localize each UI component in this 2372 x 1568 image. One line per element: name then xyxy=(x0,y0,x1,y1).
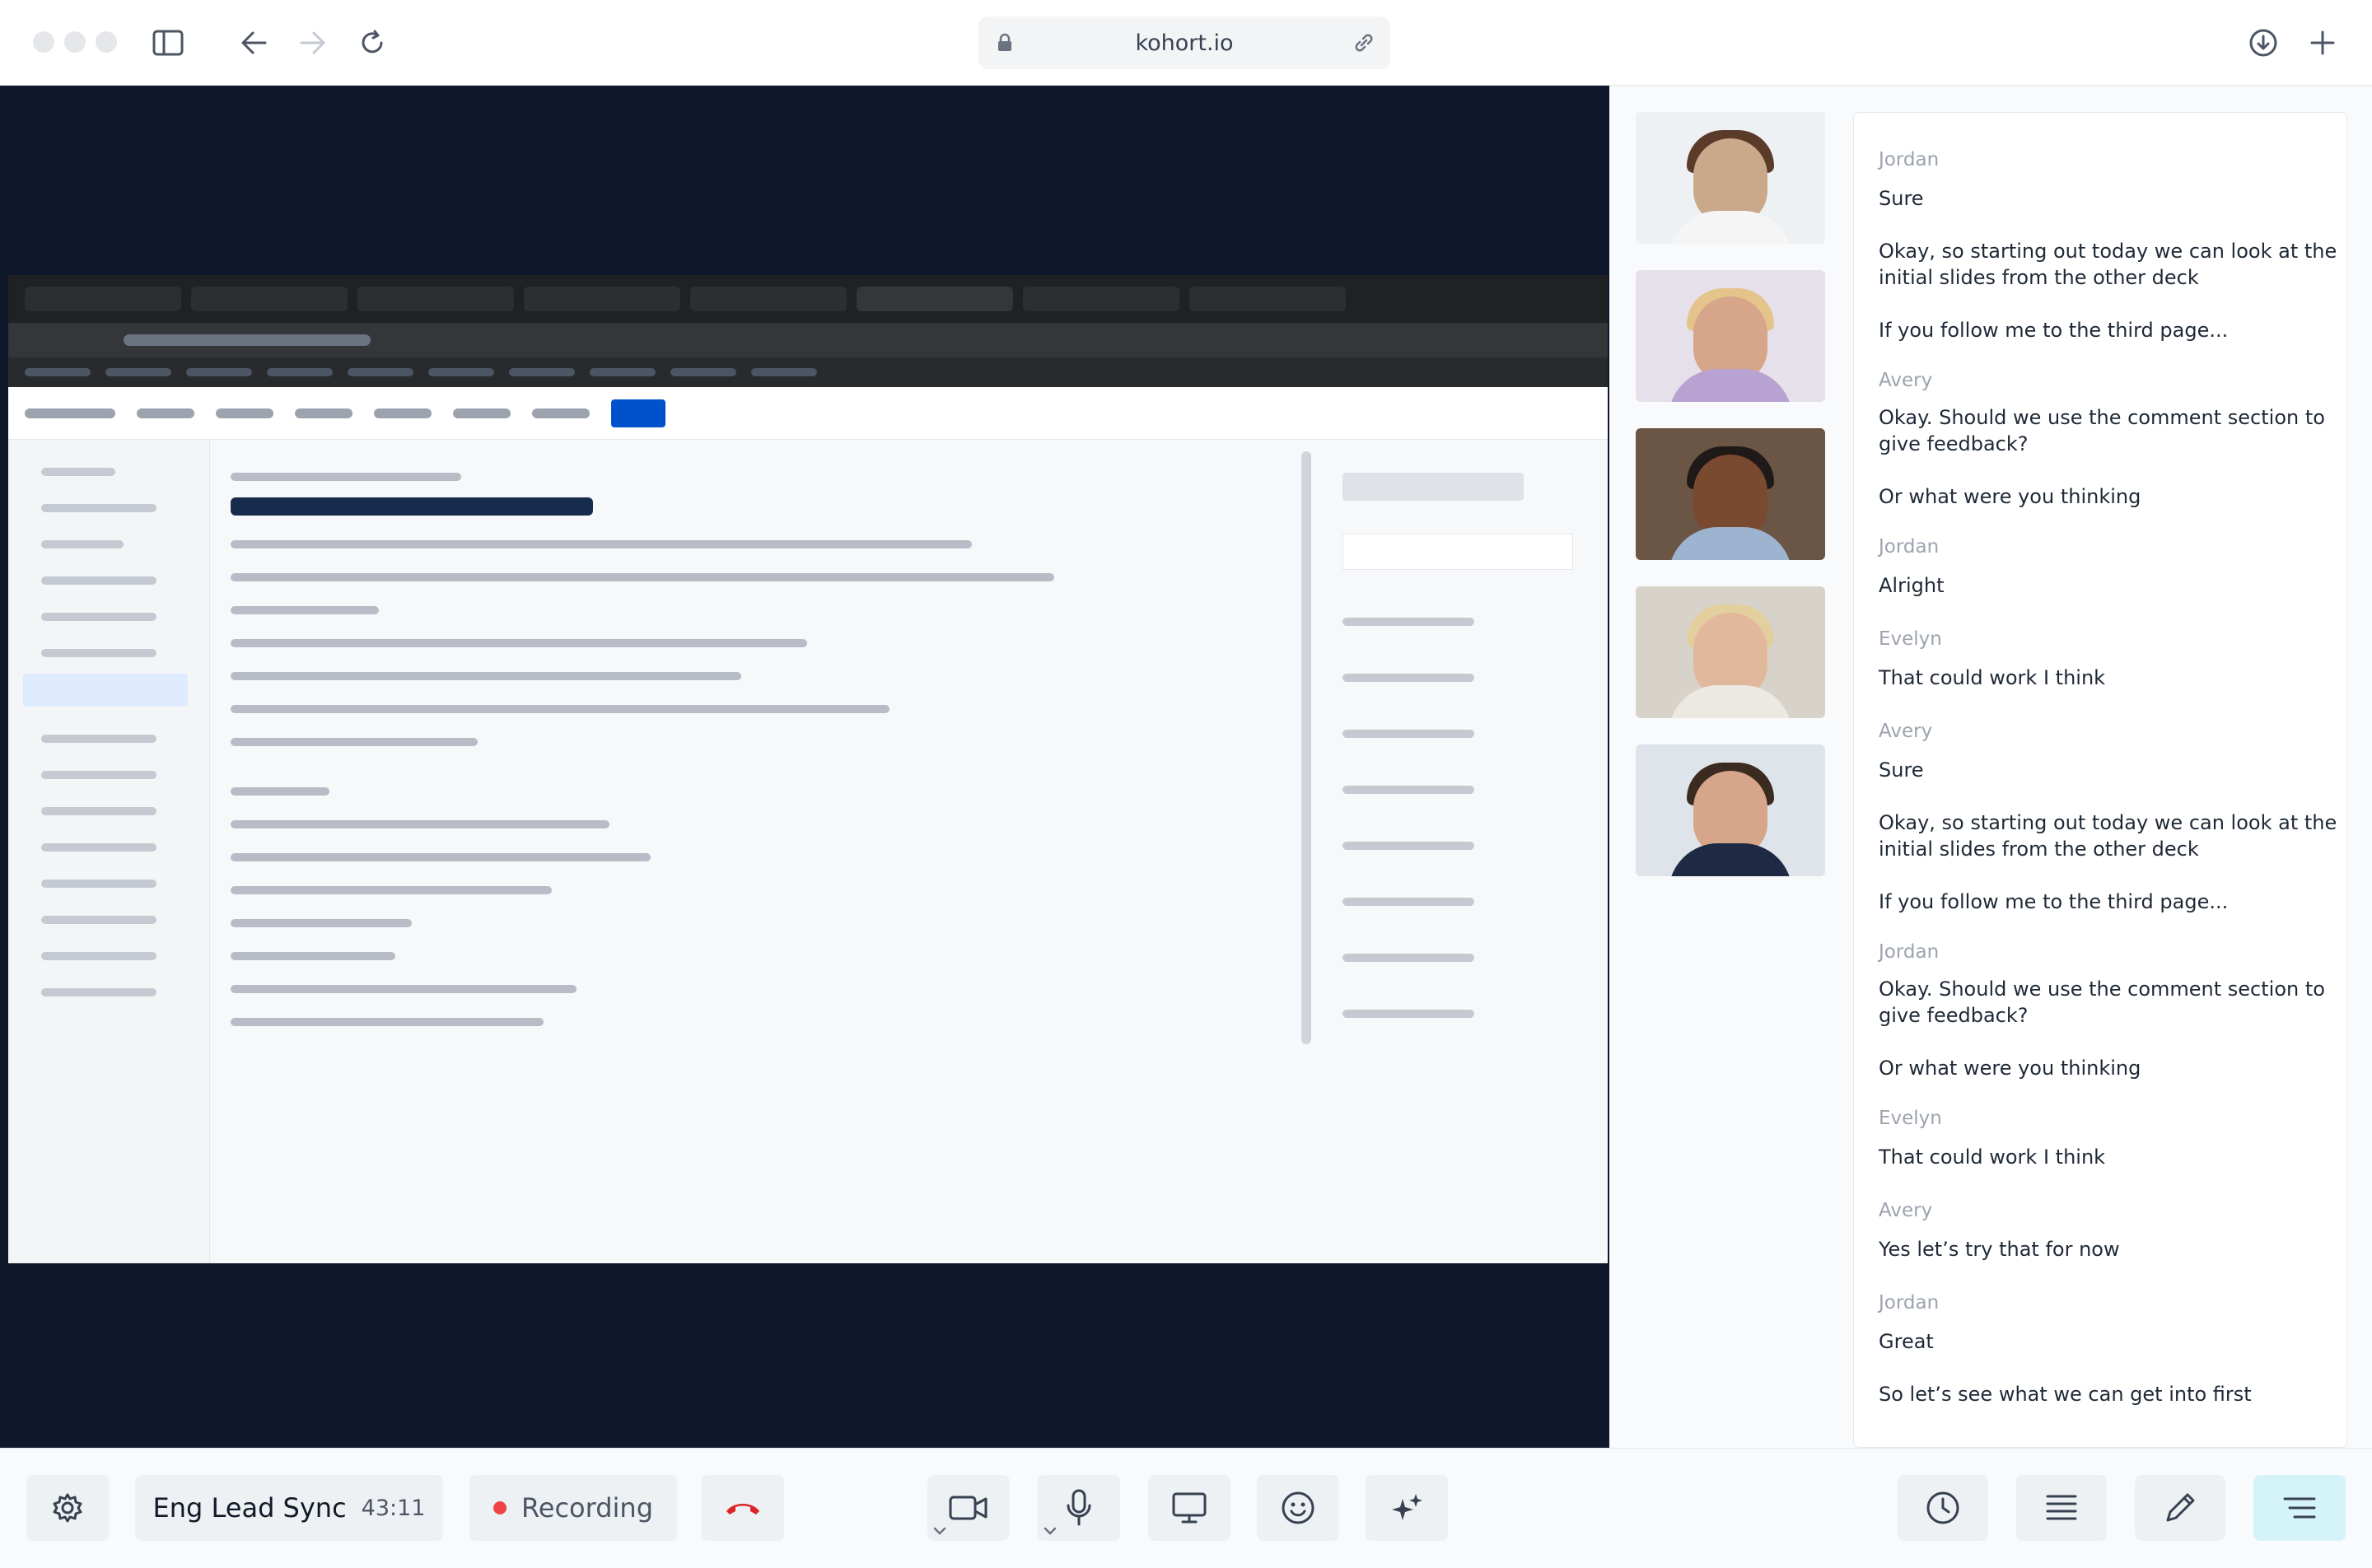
transcript-message: Alright xyxy=(1879,574,1945,597)
window-minimize-dot[interactable] xyxy=(64,31,86,53)
forward-arrow-icon[interactable] xyxy=(295,25,331,61)
transcript-message: So let’s see what we can get into first xyxy=(1879,1383,2252,1406)
link-icon[interactable] xyxy=(1352,31,1375,58)
settings-button[interactable] xyxy=(26,1475,109,1541)
download-icon[interactable] xyxy=(2245,25,2281,61)
screen-share-icon xyxy=(1171,1491,1207,1524)
participant-tile[interactable] xyxy=(1636,270,1825,402)
recording-dot-icon xyxy=(493,1501,507,1514)
shared-bookmarks-bar xyxy=(8,357,1608,387)
shared-scrollbar xyxy=(1301,451,1311,1044)
shared-sidebar xyxy=(8,440,210,1263)
participant-tile[interactable] xyxy=(1636,586,1825,718)
window-zoom-dot[interactable] xyxy=(96,31,117,53)
meeting-title-chip: Eng Lead Sync 43:11 xyxy=(135,1475,443,1541)
participant-tile[interactable] xyxy=(1636,744,1825,876)
recording-label: Recording xyxy=(521,1492,654,1524)
screen-share-stage xyxy=(0,86,1609,1448)
address-bar[interactable]: kohort.io xyxy=(978,16,1390,69)
shared-app-body xyxy=(8,440,1608,1263)
sidebar-toggle-icon[interactable] xyxy=(150,25,186,61)
notes-button[interactable] xyxy=(2135,1475,2225,1541)
transcript-speaker: Jordan xyxy=(1879,536,1940,558)
transcript-panel: Jordan Sure Okay, so starting out today … xyxy=(1853,112,2347,1448)
hangup-icon xyxy=(723,1498,763,1518)
shared-app-topbar xyxy=(8,387,1608,440)
shared-details-panel xyxy=(1342,473,1581,1263)
transcript-message: Okay. Should we use the comment section … xyxy=(1879,406,2325,455)
transcript-message: Or what were you thinking xyxy=(1879,1057,2141,1080)
agenda-button[interactable] xyxy=(2016,1475,2107,1541)
transcript-message: Or what were you thinking xyxy=(1879,485,2141,508)
transcript-message: Okay, so starting out today we can look … xyxy=(1879,240,2337,289)
meeting-timer: 43:11 xyxy=(361,1495,426,1521)
transcript-message: Great xyxy=(1879,1330,1934,1353)
transcript-speaker: Jordan xyxy=(1879,149,1940,170)
url-text: kohort.io xyxy=(1135,30,1234,56)
transcript-message: Sure xyxy=(1879,758,1924,782)
browser-chrome: kohort.io xyxy=(0,0,2372,86)
transcript-speaker: Jordan xyxy=(1879,941,1940,963)
history-button[interactable] xyxy=(1898,1475,1988,1541)
transcript-speaker: Jordan xyxy=(1879,1292,1940,1314)
microphone-button[interactable] xyxy=(1038,1475,1120,1541)
transcript-toggle-button[interactable] xyxy=(2253,1475,2346,1541)
window-close-dot[interactable] xyxy=(33,31,54,53)
reactions-button[interactable] xyxy=(1257,1475,1339,1541)
transcript-message: Okay. Should we use the comment section … xyxy=(1879,978,2325,1027)
sparkle-icon xyxy=(1389,1491,1424,1525)
meeting-title: Eng Lead Sync xyxy=(152,1492,347,1524)
menu-icon xyxy=(2282,1496,2317,1520)
transcript-speaker: Avery xyxy=(1879,1200,1933,1221)
transcript-message: That could work I think xyxy=(1879,666,2106,689)
shared-issue-content xyxy=(231,473,1301,1263)
shared-address-bar xyxy=(8,323,1608,357)
transcript-message: Okay, so starting out today we can look … xyxy=(1879,811,2337,861)
reload-icon[interactable] xyxy=(354,25,390,61)
new-tab-plus-icon[interactable] xyxy=(2304,25,2341,61)
list-icon xyxy=(2045,1493,2078,1523)
participant-tile[interactable] xyxy=(1636,428,1825,560)
hangup-button[interactable] xyxy=(702,1475,784,1541)
ai-assist-button[interactable] xyxy=(1366,1475,1448,1541)
transcript-speaker: Avery xyxy=(1879,370,1933,391)
lock-icon xyxy=(997,33,1013,56)
side-panel: Jordan Sure Okay, so starting out today … xyxy=(1609,86,2372,1448)
clock-icon xyxy=(1926,1491,1960,1525)
transcript-message: That could work I think xyxy=(1879,1146,2106,1169)
chevron-down-icon[interactable] xyxy=(932,1526,947,1536)
transcript-speaker: Evelyn xyxy=(1879,628,1942,650)
transcript-message: If you follow me to the third page... xyxy=(1879,319,2229,342)
camera-button[interactable] xyxy=(927,1475,1010,1541)
recording-button[interactable]: Recording xyxy=(469,1475,677,1541)
transcript-message: Yes let’s try that for now xyxy=(1879,1238,2120,1261)
emoji-icon xyxy=(1281,1491,1315,1525)
shared-browser-tabs xyxy=(8,275,1608,323)
back-arrow-icon[interactable] xyxy=(236,25,272,61)
transcript-speaker: Evelyn xyxy=(1879,1108,1942,1129)
microphone-icon xyxy=(1065,1489,1093,1527)
transcript-message: If you follow me to the third page... xyxy=(1879,890,2229,913)
participant-tile[interactable] xyxy=(1636,112,1825,244)
transcript-speaker: Avery xyxy=(1879,721,1933,742)
shared-screen xyxy=(8,275,1608,1263)
gear-icon xyxy=(51,1491,84,1524)
screen-share-button[interactable] xyxy=(1148,1475,1230,1541)
camera-icon xyxy=(949,1494,988,1522)
meeting-toolbar: Eng Lead Sync 43:11 Recording xyxy=(0,1448,2372,1568)
chevron-down-icon[interactable] xyxy=(1043,1526,1058,1536)
transcript-message: Sure xyxy=(1879,187,1924,210)
pencil-icon xyxy=(2163,1491,2197,1525)
